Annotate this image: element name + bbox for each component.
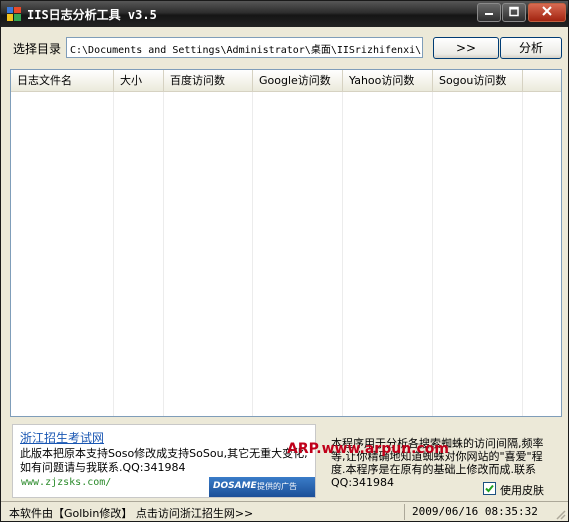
skin-label[interactable]: 使用皮肤 (500, 482, 544, 498)
directory-label: 选择目录 (13, 42, 62, 56)
resize-grip-icon[interactable] (554, 508, 566, 520)
column-divider (342, 92, 343, 416)
app-icon (7, 7, 21, 21)
title-bar[interactable]: IIS日志分析工具 v3.5 (1, 1, 568, 27)
promo-text: 此版本把原本支持Soso修改成支持SoSou,其它无重大变化,如有问题请与我联系… (20, 447, 308, 474)
watermark-text: ARP.www.arpun.com (287, 441, 449, 457)
maximize-icon (509, 6, 519, 17)
maximize-button[interactable] (502, 3, 526, 22)
app-window: IIS日志分析工具 v3.5 选择目录 C:\Documents and Set… (0, 0, 569, 522)
status-divider (404, 504, 405, 520)
window-title: IIS日志分析工具 v3.5 (27, 8, 157, 22)
minimize-icon (485, 13, 493, 15)
status-bar: 本软件由【Golbin修改】 点击访问浙江招生网>> 2009/06/16 08… (1, 501, 568, 521)
close-button[interactable] (528, 3, 566, 22)
status-text[interactable]: 本软件由【Golbin修改】 点击访问浙江招生网>> (9, 505, 253, 521)
skin-checkbox[interactable] (483, 482, 496, 495)
browse-button[interactable]: >> (433, 37, 499, 59)
column-divider (522, 92, 523, 416)
log-file-list[interactable]: 日志文件名 大小 百度访问数 Google访问数 Yahoo访问数 Sogou访… (10, 69, 562, 417)
column-divider (163, 92, 164, 416)
list-header: 日志文件名 大小 百度访问数 Google访问数 Yahoo访问数 Sogou访… (11, 70, 561, 92)
ad-brand: DOSAME (213, 481, 257, 491)
column-header-yahoo[interactable]: Yahoo访问数 (343, 70, 433, 91)
checkmark-icon (485, 484, 494, 493)
column-divider (432, 92, 433, 416)
analyze-button[interactable]: 分析 (500, 37, 562, 59)
promo-url[interactable]: www.zjzsks.com/ (21, 477, 111, 488)
ad-badge: 提供的广告 (257, 482, 297, 491)
status-time: 2009/06/16 08:35:32 (412, 505, 538, 518)
column-divider (113, 92, 114, 416)
column-header-baidu[interactable]: 百度访问数 (164, 70, 253, 91)
close-icon (542, 6, 552, 16)
minimize-button[interactable] (477, 3, 501, 22)
column-header-google[interactable]: Google访问数 (253, 70, 343, 91)
column-divider (252, 92, 253, 416)
column-header-size[interactable]: 大小 (114, 70, 164, 91)
promo-link[interactable]: 浙江招生考试网 (20, 429, 104, 446)
column-header-sogou[interactable]: Sogou访问数 (433, 70, 523, 91)
ad-banner[interactable]: DOSAME 提供的广告 (209, 477, 315, 497)
promo-panel: 浙江招生考试网 此版本把原本支持Soso修改成支持SoSou,其它无重大变化,如… (12, 424, 316, 498)
directory-input[interactable]: C:\Documents and Settings\Administrator\… (66, 37, 423, 58)
column-header-filename[interactable]: 日志文件名 (11, 70, 114, 91)
column-header-filler (523, 70, 561, 91)
